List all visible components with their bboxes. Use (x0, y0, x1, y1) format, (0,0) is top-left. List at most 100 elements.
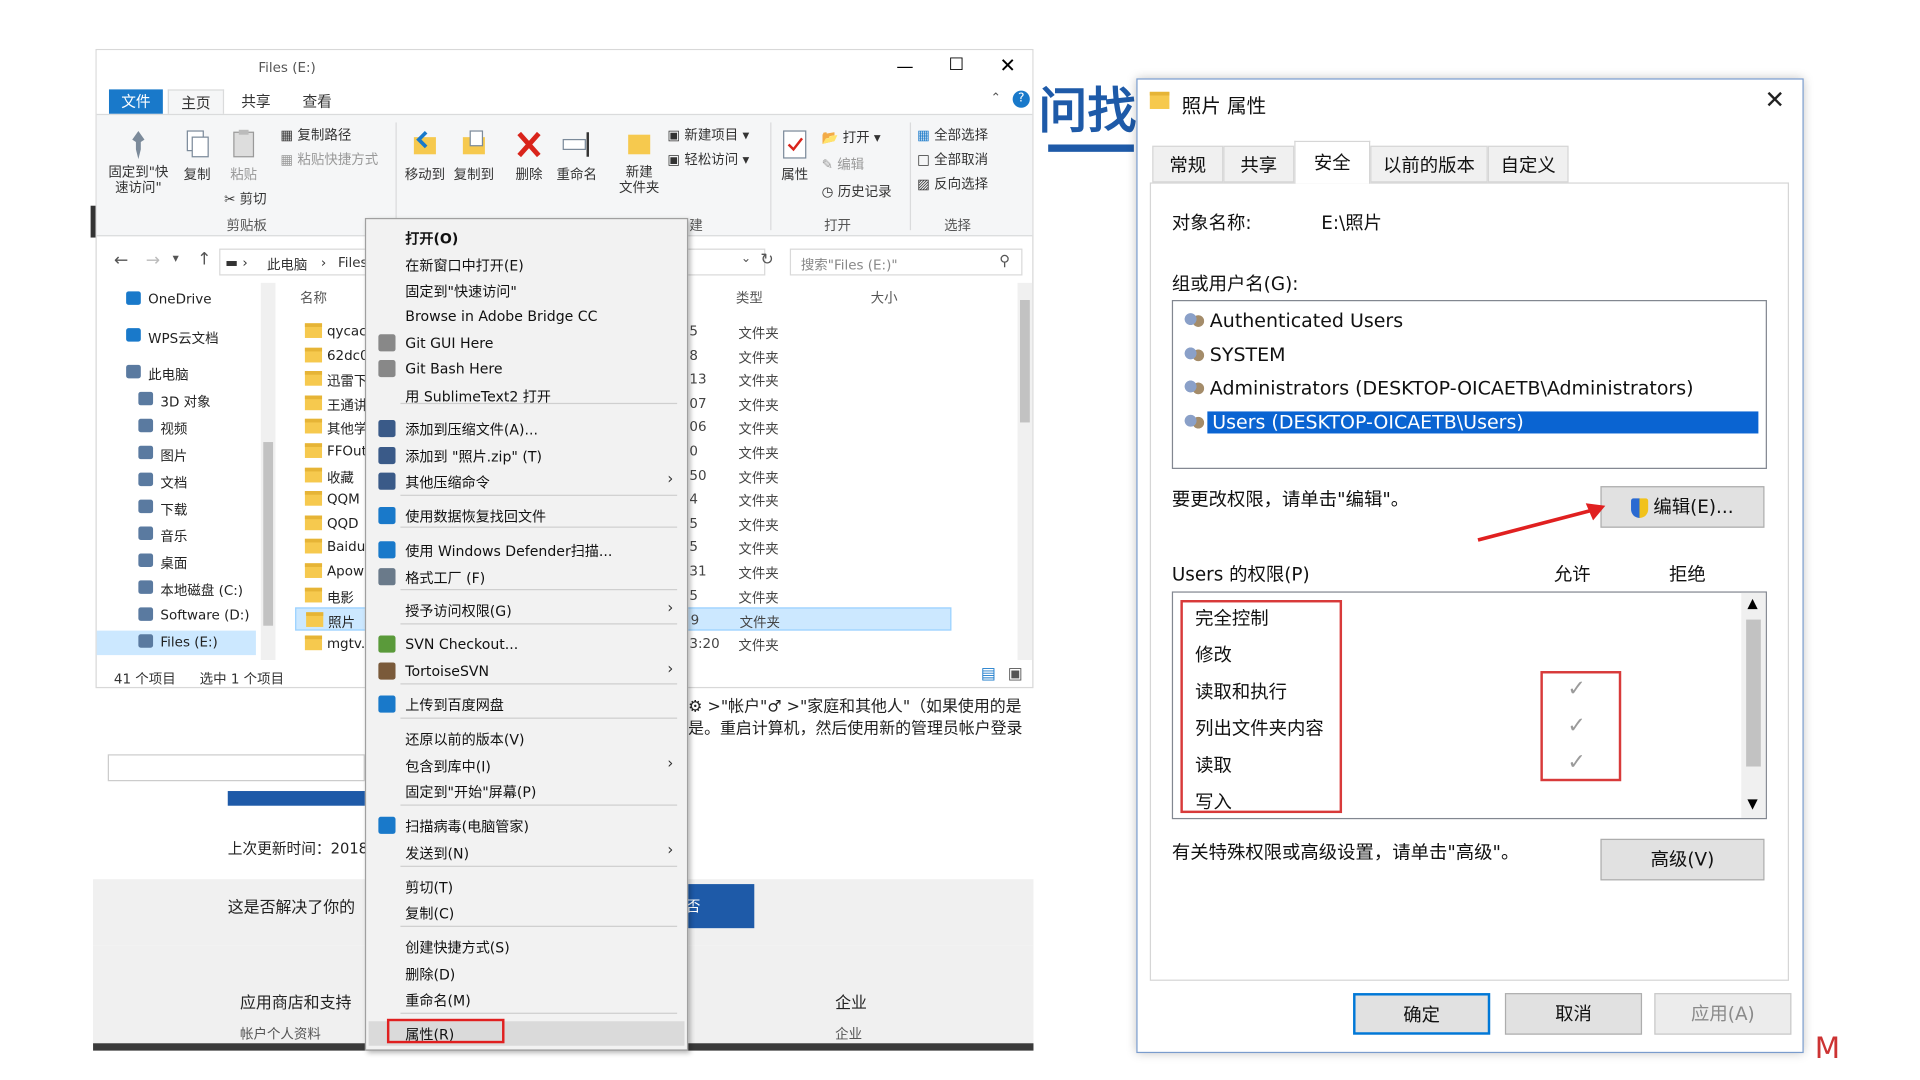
nav-item[interactable]: 视频 (97, 415, 256, 439)
maximize-button[interactable]: ☐ (944, 55, 968, 77)
tab-home[interactable]: 主页 (167, 89, 225, 114)
copy-to-button[interactable]: 复制到 (449, 127, 498, 183)
context-menu-item[interactable]: 添加到压缩文件(A)... (369, 416, 685, 440)
file-list-scrollbar[interactable] (1017, 282, 1033, 661)
help-icon[interactable]: ? (1012, 90, 1030, 108)
cancel-button[interactable]: 取消 (1504, 993, 1643, 1035)
context-menu-item[interactable]: 固定到"快速访问" (369, 278, 685, 302)
user-list-item[interactable]: Administrators (DESKTOP-OICAETB\Administ… (1173, 373, 1766, 405)
permissions-scrollbar[interactable]: ▲ ▼ (1741, 592, 1766, 818)
context-menu-item[interactable]: 创建快捷方式(S) (369, 934, 685, 958)
footer-right-link[interactable]: 企业 (835, 1024, 862, 1044)
nav-pane-scrollbar[interactable] (260, 282, 276, 661)
tab-customize[interactable]: 自定义 (1487, 145, 1569, 183)
advanced-button[interactable]: 高级(V) (1600, 838, 1765, 881)
easy-access-button[interactable]: ▣ 轻松访问 ▾ (667, 149, 749, 169)
delete-button[interactable]: 删除 (508, 127, 550, 183)
back-arrow-icon[interactable]: ← (114, 251, 128, 271)
nav-item[interactable]: WPS云文档 (97, 324, 256, 348)
refresh-icon[interactable]: ↻ (760, 251, 773, 269)
permissions-scroll-thumb[interactable] (1746, 619, 1761, 767)
context-menu-item[interactable]: 发送到(N) › (369, 840, 685, 864)
properties-button[interactable]: 属性 (775, 127, 814, 183)
forward-arrow-icon[interactable]: → (146, 251, 160, 271)
close-button[interactable]: ✕ (996, 54, 1020, 77)
copy-button[interactable]: 复制 (175, 127, 219, 183)
nav-item[interactable]: 图片 (97, 442, 256, 466)
breadcrumb-files[interactable]: Files (338, 255, 368, 271)
open-button[interactable]: 📂 打开 ▾ (822, 127, 881, 147)
context-menu-item[interactable]: Git Bash Here (369, 356, 685, 380)
context-menu-item[interactable]: 上传到百度网盘 (369, 692, 685, 716)
nav-item[interactable]: Files (E:) (96, 630, 256, 656)
context-menu-item[interactable]: 删除(D) (369, 961, 685, 985)
history-button[interactable]: ◷ 历史记录 (822, 181, 892, 201)
cut-button[interactable]: ✂ 剪切 (224, 189, 267, 209)
context-menu-item[interactable]: 其他压缩命令 › (369, 469, 685, 493)
select-all-button[interactable]: ▦ 全部选择 (917, 125, 988, 145)
minimize-button[interactable]: — (893, 58, 917, 80)
nav-item[interactable]: 文档 (97, 469, 256, 493)
paste-shortcut-button[interactable]: ▦ 粘贴快捷方式 (280, 149, 378, 169)
context-menu-item[interactable]: Git GUI Here (369, 331, 685, 355)
search-box[interactable]: 搜索"Files (E:)" ⚲ (789, 248, 1023, 276)
rename-button[interactable]: 重命名 (552, 127, 601, 183)
breadcrumb-this-pc[interactable]: 此电脑 (267, 255, 307, 275)
context-menu-item[interactable]: 授予访问权限(G) › (369, 598, 685, 622)
tab-share[interactable]: 共享 (229, 89, 283, 113)
context-menu-item[interactable]: 还原以前的版本(V) (369, 726, 685, 750)
context-menu-item[interactable]: 包含到库中(I) › (369, 753, 685, 777)
context-menu-item[interactable]: TortoiseSVN › (369, 659, 685, 683)
nav-item[interactable]: 下载 (97, 496, 256, 520)
context-menu-item[interactable]: 格式工厂 (F) (369, 564, 685, 588)
copy-path-button[interactable]: ▦ 复制路径 (280, 125, 351, 145)
edit-permissions-button[interactable]: 编辑(E)... (1600, 486, 1765, 528)
recent-chevron-icon[interactable]: ▾ (173, 252, 179, 265)
context-menu-item[interactable]: 剪切(T) (369, 874, 685, 898)
nav-item[interactable]: OneDrive (97, 288, 256, 312)
column-header-name[interactable]: 名称 (300, 288, 327, 308)
ok-button[interactable]: 确定 (1353, 993, 1491, 1035)
scroll-down-icon[interactable]: ▼ (1747, 796, 1757, 812)
nav-item[interactable]: Software (D:) (97, 604, 256, 628)
user-list-item[interactable]: Users (DESKTOP-OICAETB\Users) (1173, 407, 1766, 439)
page-input[interactable] (107, 754, 365, 782)
context-menu-item[interactable]: 重命名(M) (369, 987, 685, 1011)
nav-scroll-thumb[interactable] (263, 442, 274, 626)
invert-selection-button[interactable]: ▨ 反向选择 (917, 174, 988, 194)
user-list-item[interactable]: Authenticated Users (1173, 306, 1766, 338)
tab-previous-versions[interactable]: 以前的版本 (1370, 145, 1488, 183)
context-menu-item[interactable]: 添加到 "照片.zip" (T) (369, 443, 685, 467)
context-menu-item[interactable]: 复制(C) (369, 900, 685, 924)
nav-item[interactable]: 桌面 (97, 550, 256, 574)
up-arrow-icon[interactable]: ↑ (197, 250, 211, 270)
user-list-item[interactable]: SYSTEM (1173, 340, 1766, 372)
context-menu-item[interactable]: 使用数据恢复找回文件 (369, 503, 685, 527)
context-menu-item[interactable]: 在新窗口中打开(E) (369, 252, 685, 276)
context-menu-item[interactable]: Browse in Adobe Bridge CC (369, 304, 685, 328)
tab-sharing[interactable]: 共享 (1223, 145, 1295, 183)
new-folder-button[interactable]: 新建 文件夹 (611, 127, 667, 196)
apply-button[interactable]: 应用(A) (1654, 993, 1792, 1035)
pin-quick-access-button[interactable]: 固定到"快 速访问" (104, 127, 173, 196)
nav-item[interactable]: 此电脑 (97, 361, 256, 385)
nav-item[interactable]: 音乐 (97, 523, 256, 547)
tab-file[interactable]: 文件 (108, 89, 163, 114)
context-menu-item[interactable]: 固定到"开始"屏幕(P) (369, 779, 685, 803)
scroll-up-icon[interactable]: ▲ (1747, 595, 1757, 611)
feedback-no-button[interactable]: 否 (685, 884, 755, 929)
nav-item[interactable]: 3D 对象 (97, 388, 256, 412)
context-menu-item[interactable]: SVN Checkout... (369, 632, 685, 656)
footer-left-link[interactable]: 帐户个人资料 (240, 1024, 321, 1044)
scroll-thumb[interactable] (1020, 300, 1030, 423)
context-menu-item[interactable]: 使用 Windows Defender扫描... (369, 538, 685, 562)
select-none-button[interactable]: □ 全部取消 (917, 149, 988, 169)
ribbon-collapse-icon[interactable]: ⌃ (991, 92, 1001, 105)
dialog-close-button[interactable]: ✕ (1765, 84, 1786, 113)
details-view-icon[interactable]: ▤ (981, 665, 996, 683)
edit-ribbon-button[interactable]: ✎ 编辑 (822, 154, 865, 174)
nav-item[interactable]: 本地磁盘 (C:) (97, 577, 256, 601)
paste-button[interactable]: 粘贴 (222, 127, 266, 183)
tab-view[interactable]: 查看 (290, 89, 344, 113)
column-header-type[interactable]: 类型 (736, 288, 763, 308)
